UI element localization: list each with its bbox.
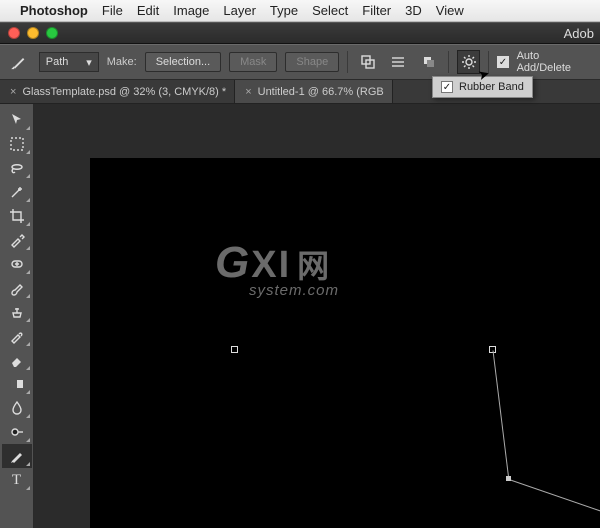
watermark-cn: 网 (297, 248, 329, 284)
watermark-xi: XI (251, 244, 291, 287)
gradient-tool[interactable] (2, 372, 32, 396)
toolbox: T (0, 104, 34, 528)
history-brush-tool[interactable] (2, 324, 32, 348)
rubber-band-label: Rubber Band (459, 81, 524, 93)
menu-view[interactable]: View (436, 3, 464, 18)
watermark-g: G (215, 238, 249, 288)
separator (347, 51, 348, 73)
document-canvas[interactable]: GXI网 system.com (90, 158, 600, 528)
path-segment (509, 479, 600, 526)
menu-edit[interactable]: Edit (137, 3, 159, 18)
tab-label: Untitled-1 @ 66.7% (RGB (258, 86, 384, 98)
eyedropper-tool[interactable] (2, 228, 32, 252)
type-tool[interactable]: T (2, 468, 32, 492)
menu-layer[interactable]: Layer (223, 3, 256, 18)
pen-mode-value: Path (46, 56, 69, 68)
menu-select[interactable]: Select (312, 3, 348, 18)
pen-tool[interactable] (2, 444, 32, 468)
watermark: GXI网 system.com (215, 238, 339, 299)
magic-wand-tool[interactable] (2, 180, 32, 204)
menu-file[interactable]: File (102, 3, 123, 18)
document-tab[interactable]: × Untitled-1 @ 66.7% (RGB (235, 80, 393, 103)
menu-3d[interactable]: 3D (405, 3, 422, 18)
tab-label: GlassTemplate.psd @ 32% (3, CMYK/8) * (22, 86, 226, 98)
crop-tool[interactable] (2, 204, 32, 228)
pen-mode-dropdown[interactable]: Path ▾ (39, 52, 99, 72)
close-tab-icon[interactable]: × (10, 86, 16, 98)
dodge-tool[interactable] (2, 420, 32, 444)
path-anchor-point[interactable] (231, 346, 238, 353)
window-titlebar: Adob (0, 22, 600, 44)
blur-tool[interactable] (2, 396, 32, 420)
workspace: T GXI网 system.com (0, 104, 600, 528)
move-tool[interactable] (2, 108, 32, 132)
path-operations-button[interactable] (356, 50, 379, 74)
mac-menubar: Photoshop File Edit Image Layer Type Sel… (0, 0, 600, 22)
brush-tool[interactable] (2, 276, 32, 300)
marquee-tool[interactable] (2, 132, 32, 156)
eraser-tool[interactable] (2, 348, 32, 372)
close-window-button[interactable] (8, 27, 20, 39)
make-mask-button[interactable]: Mask (229, 52, 277, 72)
document-tab[interactable]: × GlassTemplate.psd @ 32% (3, CMYK/8) * (0, 80, 235, 103)
menu-image[interactable]: Image (173, 3, 209, 18)
path-segment (493, 350, 510, 479)
window-title: Adob (564, 26, 594, 41)
canvas-area[interactable]: GXI网 system.com (34, 104, 600, 528)
healing-brush-tool[interactable] (2, 252, 32, 276)
auto-add-delete-checkbox[interactable]: ✓ (497, 56, 508, 68)
auto-add-delete-label: Auto Add/Delete (517, 50, 592, 74)
make-selection-button[interactable]: Selection... (145, 52, 221, 72)
path-anchor-point[interactable] (506, 476, 511, 481)
menu-filter[interactable]: Filter (362, 3, 391, 18)
options-bar: Path ▾ Make: Selection... Mask Shape ✓ A… (0, 44, 600, 80)
zoom-window-button[interactable] (46, 27, 58, 39)
current-tool-icon (8, 50, 31, 74)
lasso-tool[interactable] (2, 156, 32, 180)
close-tab-icon[interactable]: × (245, 86, 251, 98)
watermark-sub: system.com (249, 282, 339, 299)
menu-type[interactable]: Type (270, 3, 298, 18)
minimize-window-button[interactable] (27, 27, 39, 39)
path-alignment-button[interactable] (387, 50, 410, 74)
clone-stamp-tool[interactable] (2, 300, 32, 324)
chevron-down-icon: ▾ (86, 56, 92, 69)
menu-photoshop[interactable]: Photoshop (20, 3, 88, 18)
path-arrangement-button[interactable] (418, 50, 441, 74)
make-shape-button[interactable]: Shape (285, 52, 339, 72)
rubber-band-checkbox[interactable]: ✓ (441, 81, 453, 93)
separator (448, 51, 449, 73)
make-label: Make: (107, 56, 137, 68)
window-controls (8, 27, 58, 39)
